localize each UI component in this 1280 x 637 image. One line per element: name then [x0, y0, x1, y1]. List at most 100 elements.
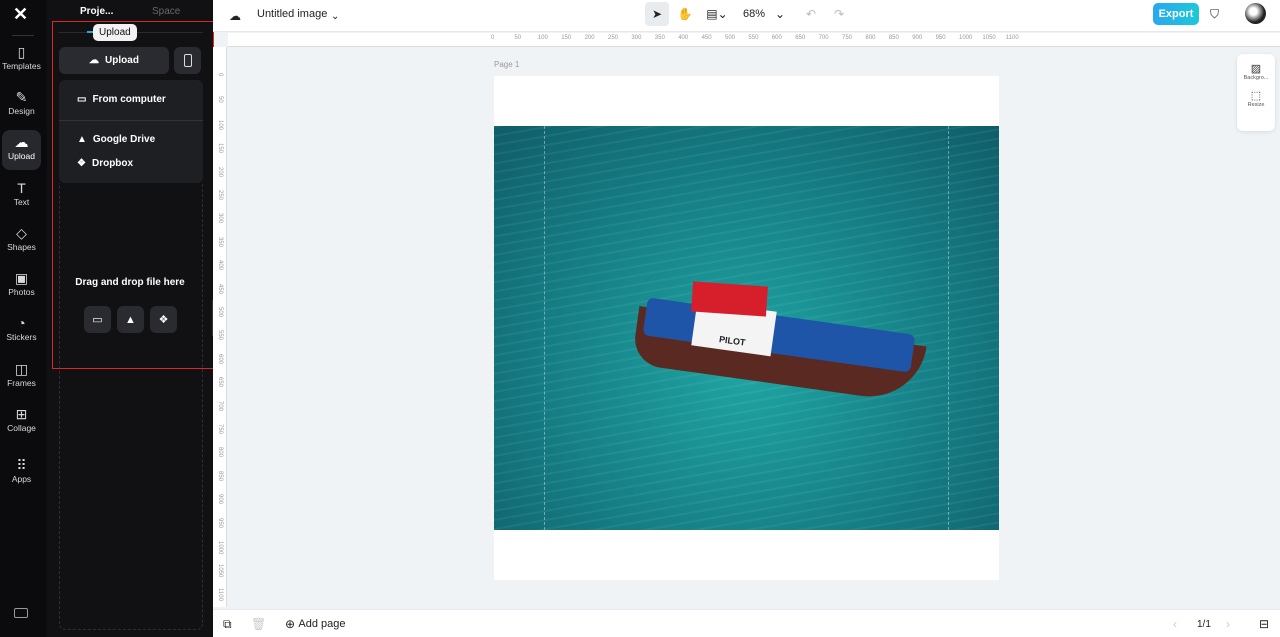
- apps-icon: ⠿: [16, 457, 27, 473]
- ruler-tick-label: 750: [842, 35, 853, 41]
- redo-icon[interactable]: ↷: [834, 2, 844, 26]
- ruler-tick-label: 150: [561, 35, 572, 41]
- divider: [12, 35, 34, 36]
- design-icon: ✎: [15, 89, 28, 105]
- sidebar-item-photos[interactable]: ▣ Photos: [2, 266, 41, 306]
- sidebar-item-label: Apps: [11, 474, 32, 484]
- ruler-tick-label: 300: [631, 35, 642, 41]
- chevron-down-icon[interactable]: ⌄: [331, 4, 339, 28]
- ruler-tick-label: 850: [217, 470, 223, 481]
- sidebar-item-collage[interactable]: ⊞ Collage: [2, 402, 41, 442]
- ruler-tick-label: 500: [217, 307, 223, 318]
- boat-photo[interactable]: PILOT: [494, 126, 999, 530]
- ruler-tick-label: 600: [771, 35, 782, 41]
- next-page-icon[interactable]: ›: [1226, 612, 1230, 636]
- top-bar: ☁ Untitled image ⌄ ➤ ✋ ▤⌄ 68% ⌄ ↶ ↷ Expo…: [213, 0, 1280, 32]
- page-label: Page 1: [494, 60, 520, 69]
- sidebar-item-label: Collage: [7, 423, 36, 433]
- ruler-tick-label: 1050: [982, 35, 996, 41]
- previous-page-icon[interactable]: ‹: [1173, 612, 1177, 636]
- sidebar-item-label: Templates: [2, 61, 41, 71]
- tab-projects[interactable]: Proje...: [80, 6, 113, 17]
- cloud-save-icon[interactable]: ☁: [229, 4, 241, 28]
- avatar[interactable]: [1245, 3, 1266, 24]
- export-button[interactable]: Export: [1153, 3, 1199, 25]
- ruler-tick-label: 400: [678, 35, 689, 41]
- sidebar-item-frames[interactable]: ◫ Frames: [2, 357, 41, 397]
- frames-icon: ◫: [14, 361, 29, 377]
- ruler-tick-label: 950: [217, 517, 223, 528]
- vertical-ruler: 0 50 100 150 200 250 300 350 400 450 500 550 600 650 7…: [213, 47, 227, 624]
- ruler-tick-label: 900: [912, 35, 923, 41]
- horizontal-ruler: 0 50 100 150 200 250 300 350 400 450 500 550 600 650 7…: [228, 33, 1280, 47]
- highlight-box: [52, 21, 214, 369]
- document-title[interactable]: Untitled image: [257, 8, 327, 20]
- ruler-tick-label: 1100: [1005, 35, 1019, 41]
- ruler-tick-label: 100: [537, 35, 548, 41]
- left-rail: ✕ ▯ Templates ✎ Design ☁ Upload T Text ◇ Shapes ▣ P…: [0, 0, 47, 637]
- add-page-label: Add page: [298, 618, 346, 630]
- sidebar-item-upload[interactable]: ☁ Upload: [2, 130, 41, 170]
- sidebar-item-apps[interactable]: ⠿ Apps: [2, 453, 41, 493]
- background-tool[interactable]: ▨ Backgro...: [1237, 62, 1275, 81]
- sidebar-item-design[interactable]: ✎ Design: [2, 85, 41, 125]
- duplicate-page-icon[interactable]: ⧉: [223, 612, 232, 636]
- ruler-tick-label: 750: [217, 424, 223, 435]
- sidebar-item-shapes[interactable]: ◇ Shapes: [2, 221, 41, 261]
- ruler-tick-label: 100: [217, 119, 223, 130]
- ruler-tick-label: 1000: [959, 35, 973, 41]
- shapes-icon: ◇: [16, 225, 27, 241]
- collage-icon: ⊞: [15, 406, 28, 422]
- ruler-tick-label: 350: [217, 236, 223, 247]
- right-toolbar: ▨ Backgro... ⬚ Resize: [1237, 54, 1275, 131]
- sidebar-item-text[interactable]: T Text: [2, 176, 41, 216]
- ruler-tick-label: 950: [935, 35, 946, 41]
- ruler-tick-label: 450: [217, 283, 223, 294]
- shield-icon[interactable]: ⛉: [1210, 2, 1219, 26]
- ruler-tick-label: 200: [217, 166, 223, 177]
- sidebar-item-stickers[interactable]: ◔ Stickers: [2, 311, 41, 351]
- sidebar-item-label: Text: [13, 197, 30, 207]
- sidebar-item-label: Photos: [8, 287, 35, 297]
- delete-page-icon[interactable]: 🗑: [251, 612, 266, 636]
- guide-line: [948, 126, 949, 530]
- ruler-tick-label: 650: [795, 35, 806, 41]
- bottom-bar: ⧉ 🗑 ⊕ Add page ‹ 1/1 › ⊟: [213, 609, 1280, 637]
- add-page-button[interactable]: ⊕ Add page: [285, 612, 346, 636]
- ruler-tick-label: 350: [654, 35, 665, 41]
- ruler-tick-label: 700: [818, 35, 829, 41]
- ruler-tick-label: 50: [217, 96, 223, 104]
- ruler-tick-label: 700: [217, 400, 223, 411]
- sidebar-item-label: Design: [8, 106, 35, 116]
- capcut-logo-icon[interactable]: ✕: [13, 4, 28, 25]
- stickers-icon: ◔: [17, 315, 26, 331]
- ruler-tick-label: 850: [888, 35, 899, 41]
- tool-label: Backgro...: [1243, 75, 1269, 81]
- select-tool-icon[interactable]: ➤: [645, 2, 669, 26]
- zoom-level[interactable]: 68%: [743, 2, 765, 26]
- undo-icon[interactable]: ↶: [806, 2, 816, 26]
- ruler-tick-label: 450: [701, 35, 712, 41]
- tool-label: Resize: [1247, 102, 1265, 108]
- ruler-tick-label: 550: [748, 35, 759, 41]
- ruler-tick-label: 250: [217, 190, 223, 201]
- resize-tool[interactable]: ⬚ Resize: [1237, 89, 1275, 108]
- ruler-tick-label: 1000: [217, 541, 223, 555]
- ruler-tick-label: 900: [217, 494, 223, 505]
- ruler-tick-label: 0: [217, 73, 223, 77]
- page-manager-icon[interactable]: ⊟: [1259, 612, 1269, 636]
- hand-tool-icon[interactable]: ✋: [675, 2, 695, 26]
- ruler-tick-label: 1100: [217, 587, 223, 601]
- ruler-tick-label: 0: [491, 35, 495, 41]
- upload-icon: ☁: [14, 134, 29, 150]
- ruler-tick-label: 400: [217, 260, 223, 271]
- chevron-down-icon[interactable]: ⌄: [775, 2, 785, 26]
- keyboard-shortcuts-icon[interactable]: [14, 608, 28, 618]
- ruler-tick-label: 650: [217, 377, 223, 388]
- ruler-tick-label: 200: [584, 35, 595, 41]
- add-page-icon: ⊕: [285, 617, 299, 631]
- tab-space[interactable]: Space: [152, 6, 180, 17]
- sidebar-item-templates[interactable]: ▯ Templates: [2, 40, 41, 80]
- templates-icon: ▯: [17, 44, 26, 60]
- layout-menu-icon[interactable]: ▤⌄: [703, 2, 731, 26]
